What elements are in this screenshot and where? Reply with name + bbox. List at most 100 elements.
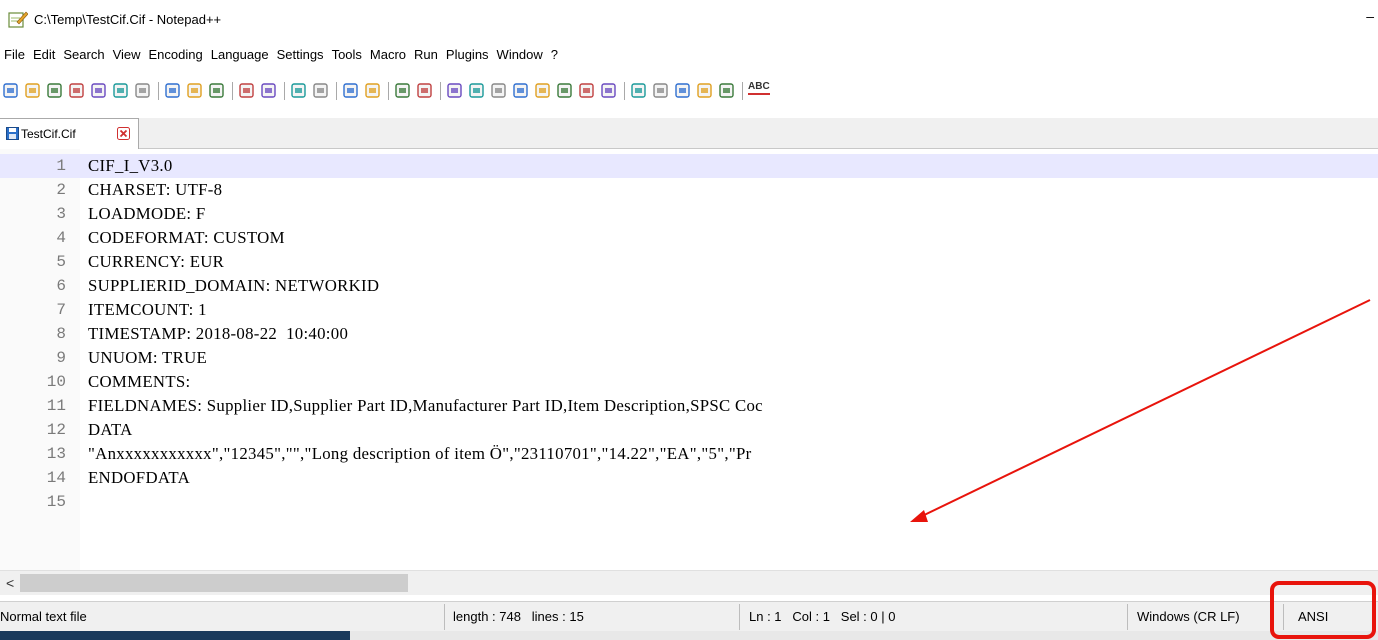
indent-guide-icon[interactable] bbox=[490, 82, 507, 99]
scroll-left-arrow-icon[interactable]: < bbox=[6, 575, 14, 591]
line-text[interactable]: ITEMCOUNT: 1 bbox=[88, 298, 207, 322]
menu-plugins[interactable]: Plugins bbox=[442, 44, 493, 66]
document-map-icon[interactable] bbox=[534, 82, 551, 99]
menu-search[interactable]: Search bbox=[59, 44, 108, 66]
horizontal-scrollbar[interactable]: < bbox=[0, 570, 1378, 595]
zoom-in-icon[interactable] bbox=[342, 82, 359, 99]
status-eol: Windows (CR LF) bbox=[1137, 609, 1240, 624]
tab-label: TestCif.Cif bbox=[21, 127, 76, 141]
open-file-icon[interactable] bbox=[24, 82, 41, 99]
sync-vertical-icon[interactable] bbox=[394, 82, 411, 99]
toolbar-separator bbox=[232, 82, 233, 100]
editor-line[interactable]: 9 UNUOM: TRUE bbox=[0, 346, 1378, 370]
sync-horizontal-icon[interactable] bbox=[416, 82, 433, 99]
monitoring-icon[interactable] bbox=[600, 82, 617, 99]
function-list-icon[interactable] bbox=[556, 82, 573, 99]
line-text[interactable]: DATA bbox=[88, 418, 133, 442]
show-all-chars-icon[interactable] bbox=[468, 82, 485, 99]
save-icon[interactable] bbox=[46, 82, 63, 99]
toolbar: ABC bbox=[0, 78, 1378, 104]
editor-line[interactable]: 7 ITEMCOUNT: 1 bbox=[0, 298, 1378, 322]
line-text[interactable]: LOADMODE: F bbox=[88, 202, 206, 226]
menu-settings[interactable]: Settings bbox=[273, 44, 328, 66]
word-wrap-icon[interactable] bbox=[446, 82, 463, 99]
menu-run[interactable]: Run bbox=[410, 44, 442, 66]
taskbar-strip bbox=[0, 631, 1378, 640]
save-macro-icon[interactable] bbox=[718, 82, 735, 99]
close-all-icon[interactable] bbox=[112, 82, 129, 99]
new-file-icon[interactable] bbox=[2, 82, 19, 99]
close-icon[interactable] bbox=[90, 82, 107, 99]
user-language-icon[interactable] bbox=[512, 82, 529, 99]
line-text[interactable]: TIMESTAMP: 2018-08-22 10:40:00 bbox=[88, 322, 348, 346]
title-bar: C:\Temp\TestCif.Cif - Notepad++ – bbox=[0, 0, 1378, 38]
spell-check-icon[interactable]: ABC bbox=[748, 81, 770, 95]
line-number: 5 bbox=[56, 253, 66, 271]
line-text[interactable]: UNUOM: TRUE bbox=[88, 346, 207, 370]
line-text[interactable]: CHARSET: UTF-8 bbox=[88, 178, 222, 202]
tab-bar: TestCif.Cif bbox=[0, 118, 1378, 149]
editor-line[interactable]: 10 COMMENTS: bbox=[0, 370, 1378, 394]
toolbar-separator bbox=[158, 82, 159, 100]
scroll-thumb[interactable] bbox=[20, 574, 408, 592]
line-text[interactable]: FIELDNAMES: Supplier ID,Supplier Part ID… bbox=[88, 394, 763, 418]
line-number: 12 bbox=[46, 421, 66, 439]
line-text[interactable]: SUPPLIERID_DOMAIN: NETWORKID bbox=[88, 274, 379, 298]
redo-icon[interactable] bbox=[260, 82, 277, 99]
menu-view[interactable]: View bbox=[109, 44, 145, 66]
line-number: 14 bbox=[46, 469, 66, 487]
editor-line[interactable]: 13 "Anxxxxxxxxxxx","12345","","Long descr… bbox=[0, 442, 1378, 466]
zoom-out-icon[interactable] bbox=[364, 82, 381, 99]
playback-macro-icon[interactable] bbox=[674, 82, 691, 99]
line-number: 4 bbox=[56, 229, 66, 247]
editor-line[interactable]: 4 CODEFORMAT: CUSTOM bbox=[0, 226, 1378, 250]
menu-language[interactable]: Language bbox=[207, 44, 273, 66]
toolbar-separator bbox=[440, 82, 441, 100]
find-icon[interactable] bbox=[290, 82, 307, 99]
cut-icon[interactable] bbox=[164, 82, 181, 99]
run-macro-multiple-icon[interactable] bbox=[696, 82, 713, 99]
editor-line[interactable]: 11 FIELDNAMES: Supplier ID,Supplier Part … bbox=[0, 394, 1378, 418]
text-editor[interactable]: 1 CIF_I_V3.0 2 CHARSET: UTF-8 3 LOADMODE: F 4 C… bbox=[0, 149, 1378, 570]
tab-close-icon[interactable] bbox=[117, 127, 130, 140]
copy-icon[interactable] bbox=[186, 82, 203, 99]
editor-line[interactable]: 6 SUPPLIERID_DOMAIN: NETWORKID bbox=[0, 274, 1378, 298]
menu-tools[interactable]: Tools bbox=[328, 44, 366, 66]
minimize-button[interactable]: – bbox=[1366, 8, 1374, 24]
folder-workspace-icon[interactable] bbox=[578, 82, 595, 99]
stop-record-icon[interactable] bbox=[652, 82, 669, 99]
save-all-icon[interactable] bbox=[68, 82, 85, 99]
replace-icon[interactable] bbox=[312, 82, 329, 99]
toolbar-separator bbox=[624, 82, 625, 100]
menu-file[interactable]: File bbox=[0, 44, 29, 66]
menu-edit[interactable]: Edit bbox=[29, 44, 59, 66]
editor-line[interactable]: 12 DATA bbox=[0, 418, 1378, 442]
window-title: C:\Temp\TestCif.Cif - Notepad++ bbox=[34, 12, 222, 27]
status-position: Ln : 1 Col : 1 Sel : 0 | 0 bbox=[749, 609, 896, 624]
toolbar-separator bbox=[284, 82, 285, 100]
record-macro-icon[interactable] bbox=[630, 82, 647, 99]
editor-line[interactable]: 15 bbox=[0, 490, 1378, 514]
line-text[interactable]: CIF_I_V3.0 bbox=[88, 154, 173, 178]
editor-line[interactable]: 3 LOADMODE: F bbox=[0, 202, 1378, 226]
menu-help[interactable]: ? bbox=[547, 44, 562, 66]
paste-icon[interactable] bbox=[208, 82, 225, 99]
line-text[interactable]: ENDOFDATA bbox=[88, 466, 190, 490]
tab-testcif[interactable]: TestCif.Cif bbox=[0, 118, 139, 149]
line-text[interactable]: COMMENTS: bbox=[88, 370, 190, 394]
menu-window[interactable]: Window bbox=[493, 44, 547, 66]
line-text[interactable]: "Anxxxxxxxxxxx","12345","","Long descrip… bbox=[88, 442, 752, 466]
annotation-highlight-box bbox=[1270, 581, 1376, 639]
editor-line[interactable]: 5 CURRENCY: EUR bbox=[0, 250, 1378, 274]
editor-line[interactable]: 1 CIF_I_V3.0 bbox=[0, 154, 1378, 178]
menu-macro[interactable]: Macro bbox=[366, 44, 410, 66]
print-icon[interactable] bbox=[134, 82, 151, 99]
line-text[interactable]: CODEFORMAT: CUSTOM bbox=[88, 226, 285, 250]
status-length-lines: length : 748 lines : 15 bbox=[453, 609, 584, 624]
editor-line[interactable]: 14 ENDOFDATA bbox=[0, 466, 1378, 490]
undo-icon[interactable] bbox=[238, 82, 255, 99]
editor-line[interactable]: 8 TIMESTAMP: 2018-08-22 10:40:00 bbox=[0, 322, 1378, 346]
menu-encoding[interactable]: Encoding bbox=[145, 44, 207, 66]
line-text[interactable]: CURRENCY: EUR bbox=[88, 250, 224, 274]
editor-line[interactable]: 2 CHARSET: UTF-8 bbox=[0, 178, 1378, 202]
